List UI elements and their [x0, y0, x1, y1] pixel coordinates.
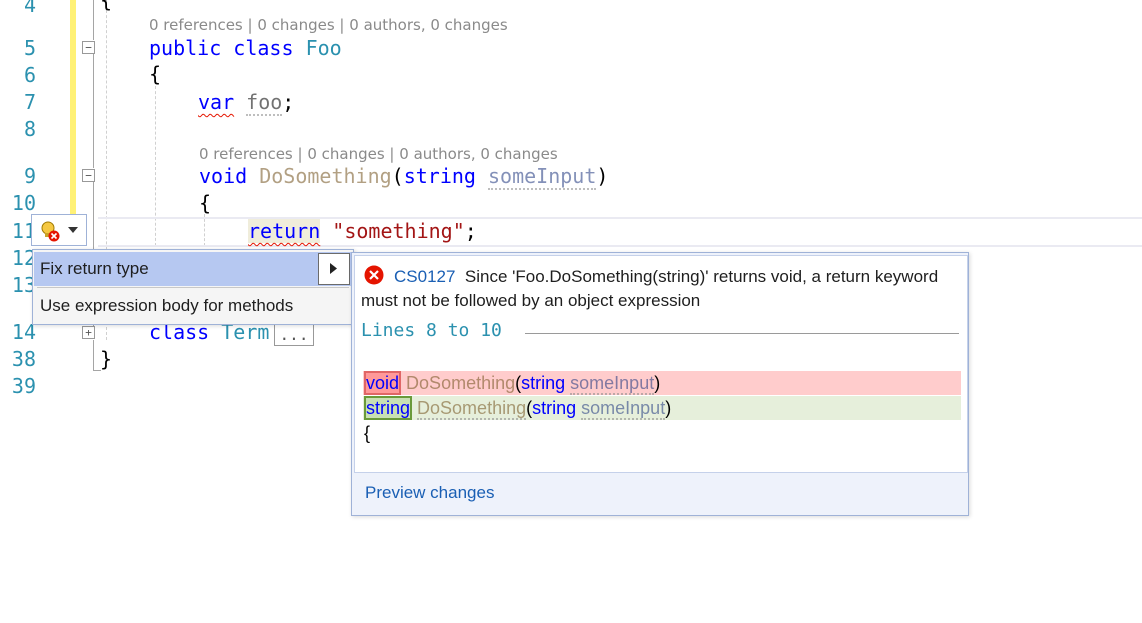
line-number: 6: [23, 63, 36, 87]
menu-item-label: Use expression body for methods: [40, 296, 294, 315]
diff-context-code: {: [364, 423, 371, 443]
lines-range-rule: [525, 333, 959, 334]
dropdown-arrow-icon[interactable]: [68, 227, 78, 233]
change-margin: [70, 0, 76, 216]
lightbulb-error-icon: [41, 221, 60, 242]
line-number: 8: [23, 117, 36, 141]
submenu-arrow-button[interactable]: [318, 253, 350, 285]
lightbulb-button[interactable]: [31, 214, 87, 246]
line-number: 10: [11, 191, 36, 215]
outline-guide: [93, 54, 94, 168]
line-number: 4: [23, 0, 36, 17]
line-number: 39: [11, 374, 36, 398]
line-number: 12: [11, 246, 36, 270]
code-line-10[interactable]: {: [199, 190, 211, 216]
menu-item-label: Fix return type: [40, 259, 149, 278]
line-number: 5: [23, 36, 36, 60]
line-number: 13: [11, 273, 36, 297]
diff-removed-code: void DoSomething(string someInput): [364, 371, 661, 395]
error-description: CS0127 Since 'Foo.DoSomething(string)' r…: [361, 265, 961, 313]
fix-preview-panel: CS0127 Since 'Foo.DoSomething(string)' r…: [351, 252, 969, 516]
code-line-6[interactable]: {: [149, 61, 161, 87]
code-line-9[interactable]: void DoSomething(string someInput): [199, 163, 608, 190]
error-code-link[interactable]: CS0127: [394, 267, 455, 286]
line-number: 38: [11, 347, 36, 371]
preview-content: CS0127 Since 'Foo.DoSomething(string)' r…: [354, 255, 968, 473]
preview-changes-link[interactable]: Preview changes: [365, 483, 494, 503]
menu-item-expression-body[interactable]: Use expression body for methods: [34, 289, 352, 323]
lines-range-label: Lines 8 to 10: [361, 320, 502, 341]
fold-minus-icon[interactable]: −: [82, 41, 95, 54]
submenu-arrow-icon: [330, 263, 337, 274]
fold-minus-icon[interactable]: −: [82, 169, 95, 182]
line-number: 7: [23, 90, 36, 114]
code-line-38[interactable]: }: [100, 346, 112, 372]
line-number: 9: [23, 164, 36, 188]
code-line-11[interactable]: return "something";: [248, 218, 477, 244]
menu-separator: [37, 287, 349, 288]
fold-plus-icon[interactable]: +: [82, 326, 95, 339]
codelens-method[interactable]: 0 references | 0 changes | 0 authors, 0 …: [199, 145, 558, 163]
code-line-7[interactable]: var foo;: [198, 89, 294, 116]
menu-item-fix-return-type[interactable]: Fix return type: [34, 252, 352, 286]
outline-guide: [93, 340, 94, 370]
outline-guide: [93, 0, 94, 40]
codelens-class[interactable]: 0 references | 0 changes | 0 authors, 0 …: [149, 16, 508, 34]
collapsed-region-button[interactable]: ...: [274, 324, 314, 346]
line-number: 14: [11, 320, 36, 344]
quick-actions-menu: Fix return type Use expression body for …: [32, 249, 354, 325]
diff-added-code: string DoSomething(string someInput): [364, 396, 672, 420]
code-line-4[interactable]: {: [100, 0, 112, 13]
code-line-5[interactable]: public class Foo: [149, 35, 342, 61]
